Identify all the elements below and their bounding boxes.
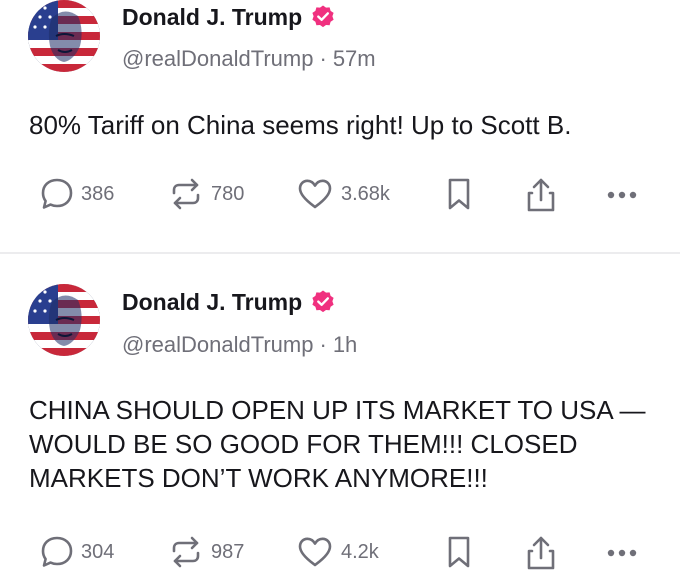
heart-icon [296, 176, 334, 212]
verified-badge-icon [310, 289, 336, 315]
post-time[interactable]: 57m [333, 46, 376, 71]
meta-separator: · [319, 332, 327, 357]
post-card[interactable]: Donald J. Trump @realDonaldTrump · 57m 80%… [0, 0, 680, 252]
post-text: CHINA SHOULD OPEN UP ITS MARKET TO USA —… [29, 395, 646, 493]
repost-count: 780 [211, 182, 245, 205]
save-button[interactable] [444, 534, 474, 570]
like-count: 4.2k [341, 540, 379, 563]
author-name[interactable]: Donald J. Trump [122, 3, 302, 31]
share-button[interactable] [523, 176, 559, 214]
repost-arrows-icon [168, 534, 204, 570]
like-button[interactable]: 3.68k [296, 176, 390, 212]
reply-button[interactable]: 386 [40, 176, 114, 212]
handle-row: @realDonaldTrump · 57m [122, 45, 376, 73]
author-name[interactable]: Donald J. Trump [122, 288, 302, 316]
share-button[interactable] [523, 534, 559, 572]
reply-bubble-icon [40, 534, 74, 570]
like-button[interactable]: 4.2k [296, 534, 379, 570]
post-card[interactable]: Donald J. Trump @realDonaldTrump · 1h CHIN… [0, 254, 680, 570]
reply-count: 386 [81, 182, 115, 205]
avatar[interactable] [28, 284, 100, 356]
reply-count: 304 [81, 540, 115, 563]
author-row: Donald J. Trump [122, 3, 336, 31]
more-button[interactable] [605, 176, 639, 212]
more-dots-icon [605, 534, 639, 570]
share-icon [523, 176, 559, 214]
meta-separator: · [319, 46, 327, 71]
share-icon [523, 534, 559, 572]
reply-bubble-icon [40, 176, 74, 212]
repost-button[interactable]: 780 [168, 176, 244, 212]
verified-badge-icon [310, 4, 336, 30]
save-button[interactable] [444, 176, 474, 212]
post-actions: 304 987 4.2k [0, 534, 680, 574]
reply-button[interactable]: 304 [40, 534, 114, 570]
more-button[interactable] [605, 534, 639, 570]
bookmark-icon [444, 534, 474, 570]
bookmark-icon [444, 176, 474, 212]
avatar[interactable] [28, 0, 100, 72]
author-handle[interactable]: @realDonaldTrump [122, 46, 313, 71]
author-handle[interactable]: @realDonaldTrump [122, 332, 313, 357]
repost-button[interactable]: 987 [168, 534, 244, 570]
handle-row: @realDonaldTrump · 1h [122, 331, 357, 359]
post-text: 80% Tariff on China seems right! Up to S… [29, 110, 572, 140]
more-dots-icon [605, 176, 639, 212]
author-row: Donald J. Trump [122, 288, 336, 316]
repost-count: 987 [211, 540, 245, 563]
post-actions: 386 780 3.68k [0, 176, 680, 216]
repost-arrows-icon [168, 176, 204, 212]
post-time[interactable]: 1h [333, 332, 357, 357]
heart-icon [296, 534, 334, 570]
like-count: 3.68k [341, 182, 390, 205]
